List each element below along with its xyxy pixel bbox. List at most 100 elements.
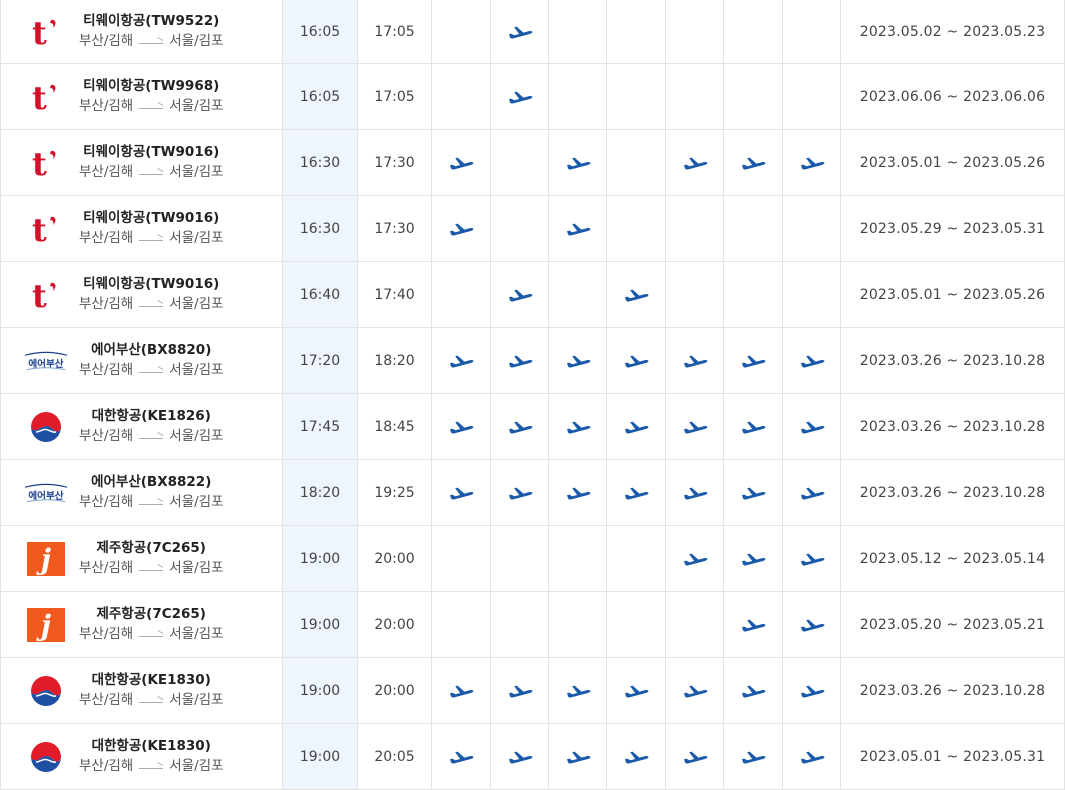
day-cell-6: [723, 195, 783, 262]
destination-label: 서울/김포: [169, 494, 224, 510]
route-arrow-icon: [139, 173, 164, 175]
day-cell-6: [723, 459, 783, 526]
airline-cell: 대한항공(KE1826) 부산/김해 서울/김포: [0, 393, 283, 460]
origin-label: 부산/김해: [79, 494, 134, 510]
destination-label: 서울/김포: [169, 626, 224, 642]
plane-icon: [683, 751, 707, 764]
day-cell-2: [490, 591, 549, 658]
departure-time: 19:00: [282, 657, 358, 724]
departure-time: 17:20: [282, 327, 358, 394]
route-arrow-icon: [139, 305, 164, 307]
day-cell-5: [665, 195, 724, 262]
plane-icon: [508, 751, 532, 764]
operating-period: 2023.05.01 ~ 2023.05.31: [840, 723, 1065, 790]
plane-icon: [800, 619, 824, 632]
plane-icon: [800, 685, 824, 698]
route: 부산/김해 서울/김포: [79, 492, 223, 512]
plane-icon: [683, 355, 707, 368]
arrival-time: 17:05: [357, 63, 432, 130]
day-cell-2: [490, 525, 549, 592]
day-cell-1: [431, 195, 491, 262]
day-cell-2: [490, 723, 549, 790]
day-cell-3: [548, 657, 607, 724]
route: 부산/김해 서울/김포: [79, 96, 223, 116]
arrival-time: 20:05: [357, 723, 432, 790]
operating-period: 2023.03.26 ~ 2023.10.28: [840, 393, 1065, 460]
day-cell-2: [490, 459, 549, 526]
route: 부산/김해 서울/김포: [79, 228, 223, 248]
plane-icon: [508, 685, 532, 698]
tway-logo: t: [23, 209, 69, 249]
airline-cell: t 티웨이항공(TW9968) 부산/김해 서울/김포: [0, 63, 283, 130]
operating-period: 2023.03.26 ~ 2023.10.28: [840, 459, 1065, 526]
operating-period: 2023.03.26 ~ 2023.10.28: [840, 327, 1065, 394]
departure-time: 16:30: [282, 195, 358, 262]
airline-cell: t 티웨이항공(TW9522) 부산/김해 서울/김포: [0, 0, 283, 64]
plane-icon: [508, 289, 532, 302]
airline-cell: 대한항공(KE1830) 부산/김해 서울/김포: [0, 657, 283, 724]
svg-text:t: t: [32, 277, 47, 313]
flight-name: 제주항공(7C265): [96, 540, 206, 556]
tway-logo: t: [23, 143, 69, 183]
day-cell-1: [431, 327, 491, 394]
route: 부산/김해 서울/김포: [79, 426, 223, 446]
day-cell-7: [782, 129, 841, 196]
day-cell-5: [665, 261, 724, 328]
departure-time: 19:00: [282, 525, 358, 592]
day-cell-5: [665, 525, 724, 592]
day-cell-1: [431, 393, 491, 460]
day-cell-4: [606, 261, 666, 328]
svg-text:t: t: [32, 145, 47, 181]
svg-text:t: t: [32, 79, 47, 115]
plane-icon: [508, 421, 532, 434]
origin-label: 부산/김해: [79, 428, 134, 444]
flight-name: 에어부산(BX8820): [91, 342, 212, 358]
route-arrow-icon: [139, 107, 164, 109]
plane-icon: [450, 355, 474, 368]
arrival-time: 20:00: [357, 657, 432, 724]
table-row: j 제주항공(7C265) 부산/김해 서울/김포 19:00 20:00 20…: [0, 525, 1065, 592]
flight-name: 대한항공(KE1830): [91, 672, 211, 688]
plane-icon: [625, 289, 649, 302]
day-cell-7: [782, 195, 841, 262]
plane-icon: [742, 355, 766, 368]
arrival-time: 18:45: [357, 393, 432, 460]
day-cell-4: [606, 657, 666, 724]
day-cell-5: [665, 657, 724, 724]
route: 부산/김해 서울/김포: [79, 558, 223, 578]
airline-cell: 에어부산 에어부산(BX8822) 부산/김해 서울/김포: [0, 459, 283, 526]
flight-name: 티웨이항공(TW9522): [83, 13, 220, 29]
day-cell-3: [548, 327, 607, 394]
destination-label: 서울/김포: [169, 98, 224, 114]
day-cell-7: [782, 723, 841, 790]
origin-label: 부산/김해: [79, 296, 134, 312]
plane-icon: [625, 487, 649, 500]
day-cell-5: [665, 393, 724, 460]
table-row: 에어부산 에어부산(BX8822) 부산/김해 서울/김포 18:20 19:2…: [0, 459, 1065, 526]
arrival-time: 17:40: [357, 261, 432, 328]
airbusan-logo: 에어부산: [23, 341, 69, 381]
arrival-time: 18:20: [357, 327, 432, 394]
plane-icon: [566, 355, 590, 368]
day-cell-2: [490, 327, 549, 394]
flight-name: 티웨이항공(TW9016): [83, 144, 220, 160]
plane-icon: [683, 157, 707, 170]
plane-icon: [683, 487, 707, 500]
day-cell-1: [431, 525, 491, 592]
plane-icon: [450, 685, 474, 698]
day-cell-4: [606, 393, 666, 460]
plane-icon: [683, 685, 707, 698]
route: 부산/김해 서울/김포: [79, 756, 223, 776]
day-cell-2: [490, 393, 549, 460]
day-cell-1: [431, 261, 491, 328]
departure-time: 19:00: [282, 591, 358, 658]
flight-schedule-table: t 티웨이항공(TW9522) 부산/김해 서울/김포 16:05 17:05 …: [0, 0, 1065, 790]
origin-label: 부산/김해: [79, 33, 134, 49]
flight-name: 제주항공(7C265): [96, 606, 206, 622]
day-cell-4: [606, 459, 666, 526]
day-cell-4: [606, 327, 666, 394]
plane-icon: [742, 553, 766, 566]
tway-logo: t: [23, 12, 69, 52]
departure-time: 19:00: [282, 723, 358, 790]
arrival-time: 17:30: [357, 195, 432, 262]
